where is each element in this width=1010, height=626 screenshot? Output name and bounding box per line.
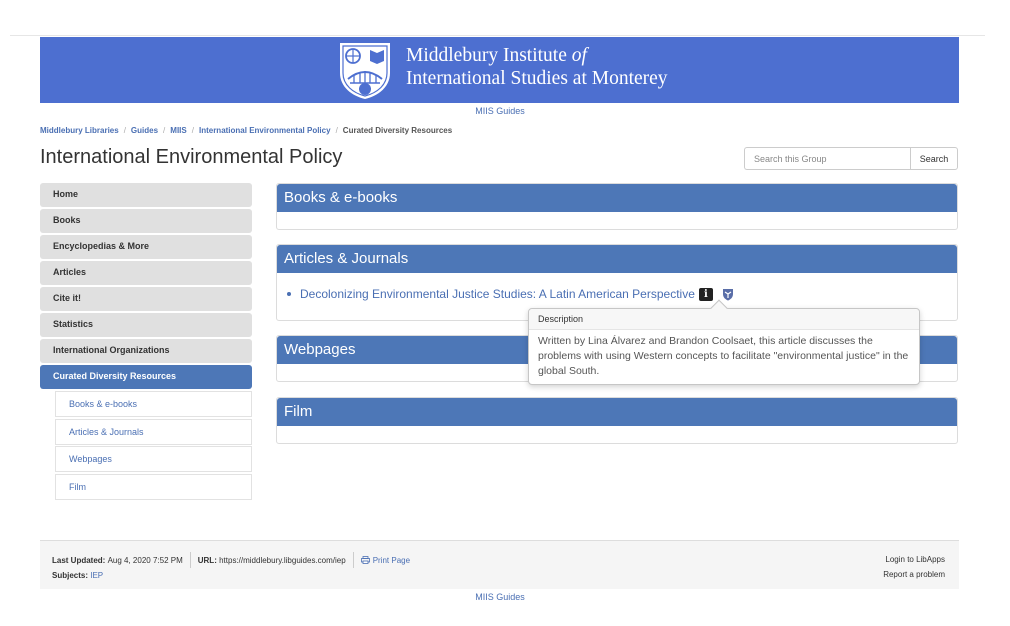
search-input[interactable] [744,147,910,170]
nav-item-cite-it[interactable]: Cite it! [40,287,252,311]
subnav-books-ebooks[interactable]: Books & e-books [55,391,252,417]
footer-links: Login to LibApps Report a problem [883,552,945,582]
breadcrumb-miis[interactable]: MIIS [170,126,186,135]
nav-item-books[interactable]: Books [40,209,252,233]
breadcrumb-guides[interactable]: Guides [131,126,158,135]
breadcrumb-libraries[interactable]: Middlebury Libraries [40,126,119,135]
box-film: Film [276,397,958,444]
box-title-books-ebooks: Books & e-books [277,184,957,212]
url-label: URL: [197,555,217,565]
subject-link-iep[interactable]: IEP [90,571,103,580]
box-books-ebooks: Books & e-books [276,183,958,230]
banner-line-2: International Studies at Monterey [406,68,668,89]
box-title-film: Film [277,398,957,426]
group-search: Search [744,147,958,170]
print-page-label: Print Page [372,555,411,565]
institute-seal-icon [340,43,390,99]
box-title-articles-journals: Articles & Journals [277,245,957,273]
nav-item-encyclopedias[interactable]: Encyclopedias & More [40,235,252,259]
tooltip-text: Written by Lina Álvarez and Brandon Cool… [538,335,909,377]
last-updated-value: Aug 4, 2020 7:52 PM [107,555,183,565]
report-problem-link[interactable]: Report a problem [883,567,945,582]
subjects-label: Subjects: [52,571,89,580]
subnav-articles-journals[interactable]: Articles & Journals [55,418,252,445]
nav-item-statistics[interactable]: Statistics [40,313,252,337]
print-icon [360,555,370,564]
resource-link[interactable]: Decolonizing Environmental Justice Studi… [300,287,695,301]
box-body-books [277,212,957,229]
print-page-link[interactable]: Print Page [360,555,411,565]
login-libapps-link[interactable]: Login to LibApps [883,552,945,567]
tooltip-title: Description [529,309,919,330]
search-button[interactable]: Search [910,147,958,170]
subnav-film[interactable]: Film [55,473,252,500]
info-icon[interactable]: i [698,287,713,301]
url-value: https://middlebury.libguides.com/iep [219,555,346,565]
breadcrumb-iep[interactable]: International Environmental Policy [199,126,331,135]
page-title: International Environmental Policy [40,146,343,168]
top-divider [10,35,985,36]
nav-item-articles[interactable]: Articles [40,261,252,285]
breadcrumb-current: Curated Diversity Resources [342,126,453,135]
miis-guides-link-bottom[interactable]: MIIS Guides [0,592,1000,602]
description-tooltip: Description Written by Lina Álvarez and … [528,299,920,385]
box-body-film [277,426,957,443]
banner-line-1-italic: of [571,45,587,66]
resource-item: Decolonizing Environmental Justice Studi… [287,287,734,301]
sub-nav: Books & e-books Articles & Journals Webp… [55,391,252,500]
proxy-shield-icon[interactable] [722,288,734,301]
footer-subjects: Subjects: IEP [52,571,103,580]
nav-item-curated-diversity-resources[interactable]: Curated Diversity Resources [40,365,252,389]
institution-name: Middlebury Institute of International St… [406,44,668,90]
page-footer: Last Updated: Aug 4, 2020 7:52 PM URL: h… [40,540,959,589]
nav-item-international-organizations[interactable]: International Organizations [40,339,252,363]
subnav-webpages[interactable]: Webpages [55,446,252,472]
miis-guides-link-top[interactable]: MIIS Guides [0,106,1000,116]
breadcrumb: Middlebury Libraries / Guides / MIIS / Interna… [40,126,453,135]
footer-meta: Last Updated: Aug 4, 2020 7:52 PM URL: h… [52,552,410,568]
banner-line-1: Middlebury Institute [406,45,572,66]
guide-side-nav: Home Books Encyclopedias & More Articles… [40,183,252,501]
institution-banner[interactable]: Middlebury Institute of International St… [40,37,959,103]
bullet-icon [287,292,291,296]
nav-item-home[interactable]: Home [40,183,252,207]
last-updated-label: Last Updated: [52,555,106,565]
